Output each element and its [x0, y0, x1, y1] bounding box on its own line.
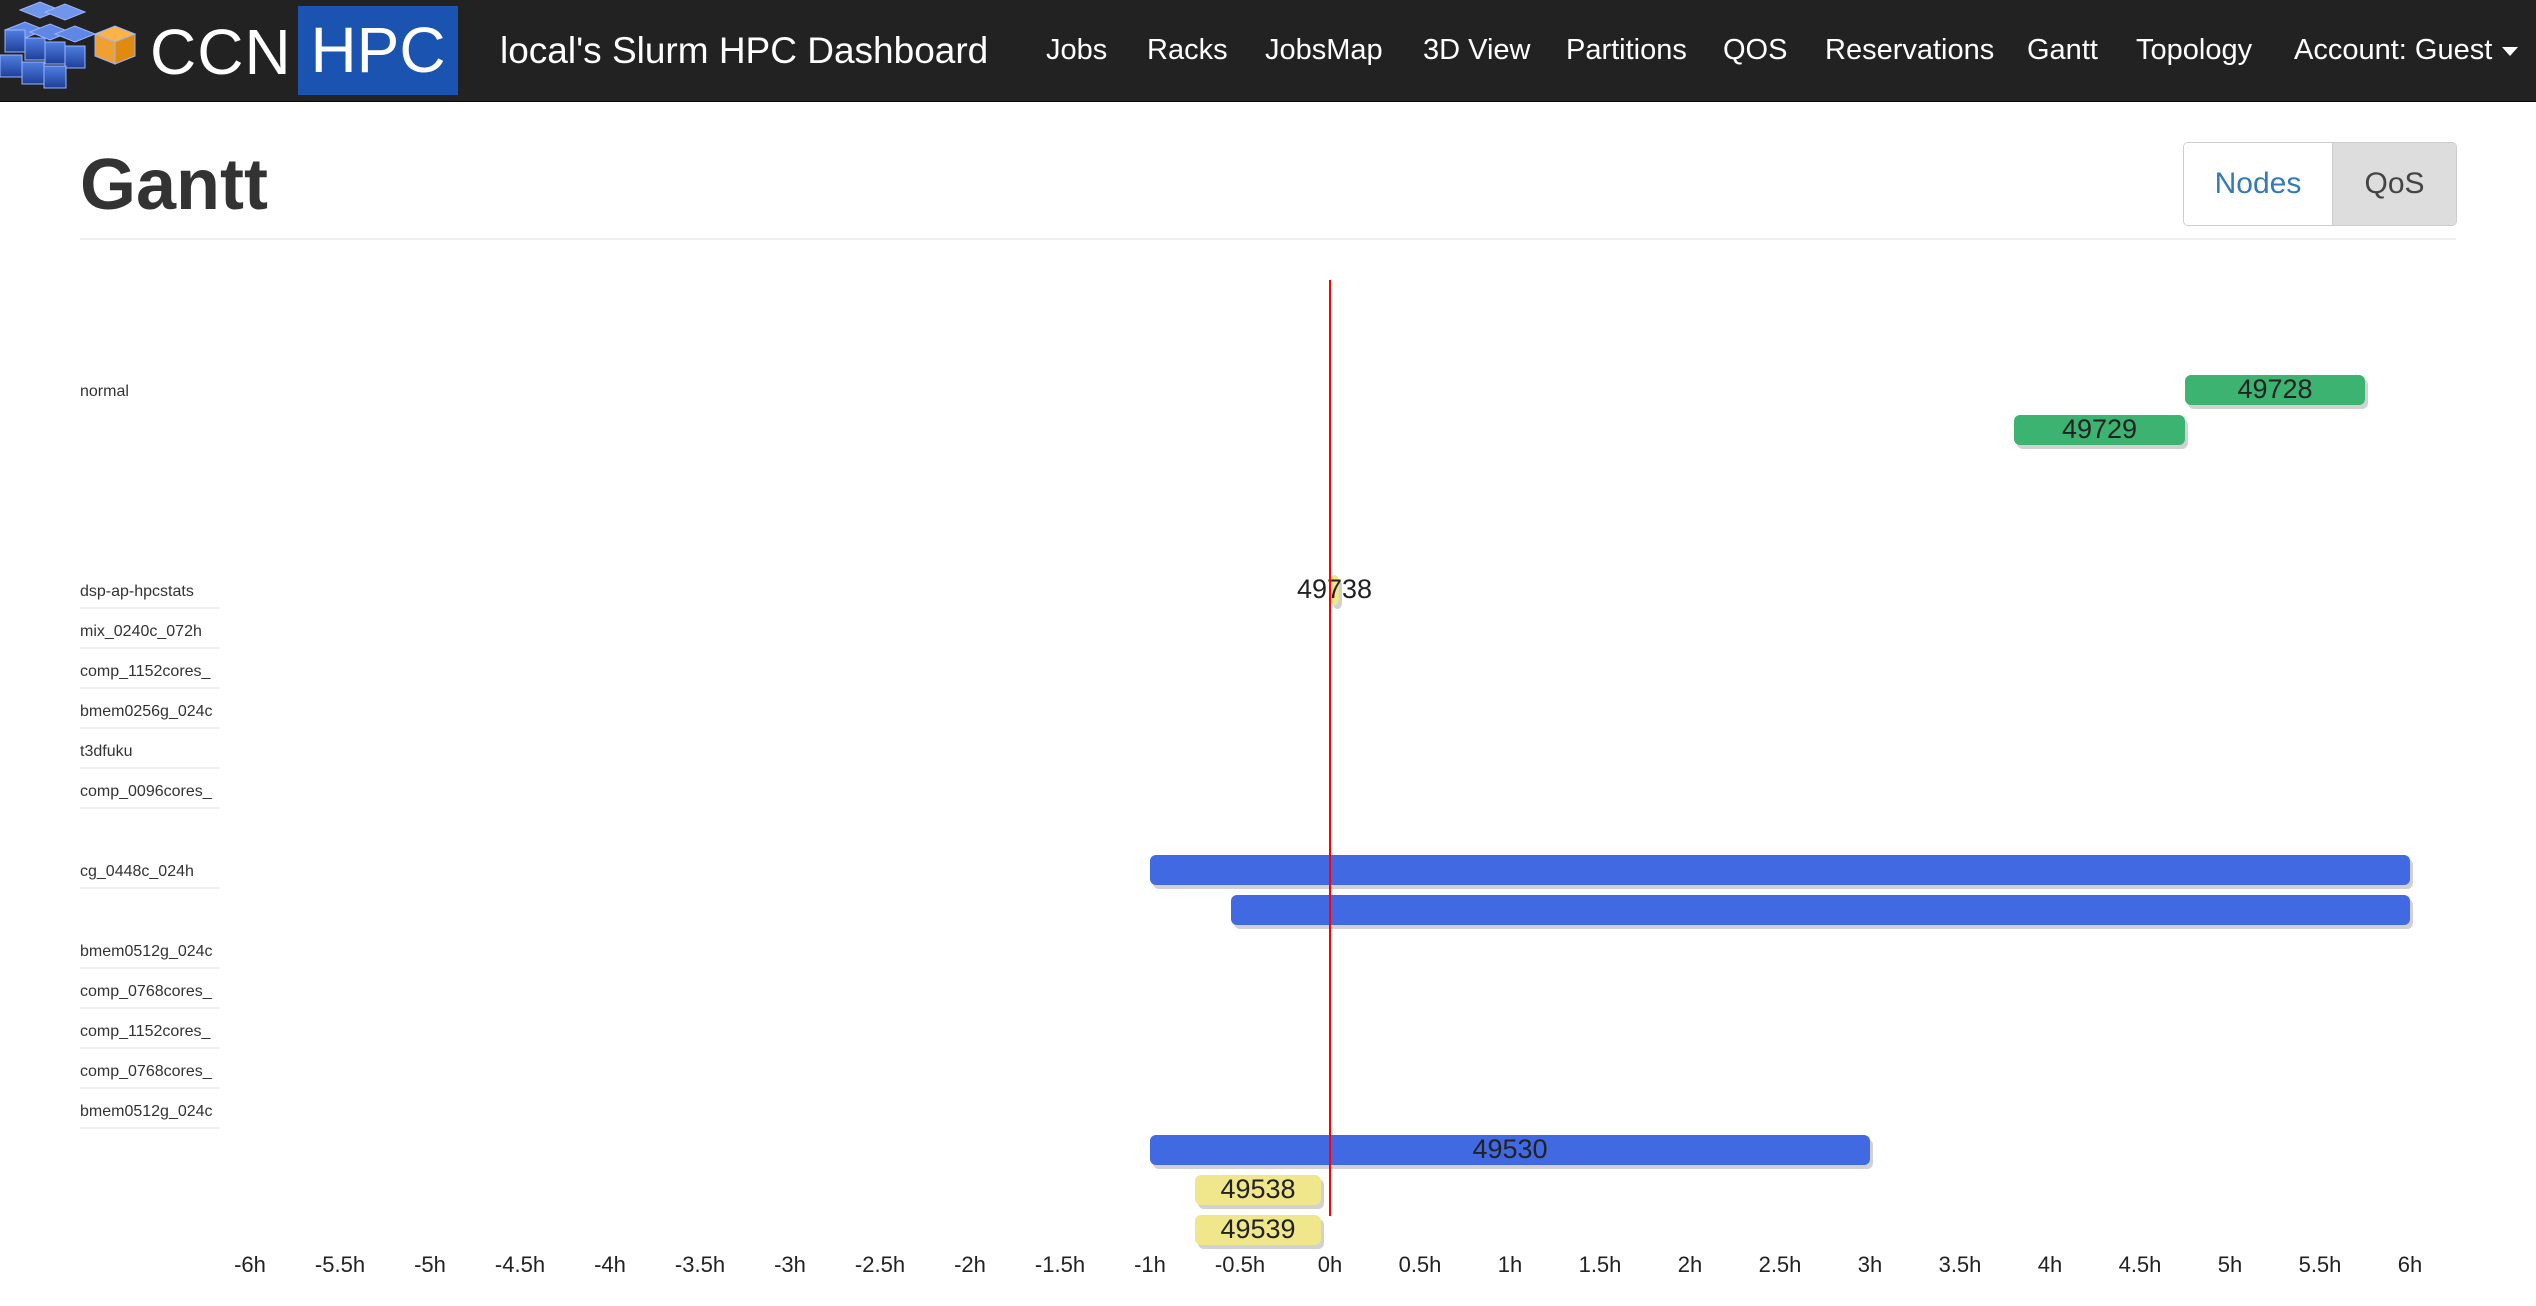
x-tick-label: 3h	[1858, 1252, 1882, 1277]
row-label-clip	[220, 578, 250, 602]
x-tick-label: -4.5h	[495, 1252, 545, 1277]
header-divider	[80, 238, 2456, 240]
row-label: comp_1152cores_	[80, 663, 212, 680]
job-bar-49728[interactable]	[2185, 375, 2365, 405]
nav-qos[interactable]: QOS	[1723, 0, 1787, 101]
nav-reservations[interactable]: Reservations	[1825, 0, 1994, 101]
x-tick-label: -5.5h	[315, 1252, 365, 1277]
x-tick-label: 1h	[1498, 1252, 1522, 1277]
gantt-chart: normal dsp-ap-hpcstats mix_0240c_072h comp_…	[80, 280, 2422, 1277]
x-tick-label: 5.5h	[2299, 1252, 2342, 1277]
row-label-clip	[220, 1098, 250, 1122]
x-tick-label: 6h	[2398, 1252, 2422, 1277]
row-label-clip	[220, 1058, 250, 1082]
row-label-clip	[220, 978, 250, 1002]
x-tick-label: -0.5h	[1215, 1252, 1265, 1277]
job-bar-shadow	[1333, 579, 1342, 609]
nav-racks[interactable]: Racks	[1147, 0, 1228, 101]
account-dropdown[interactable]: Account: Guest	[2294, 0, 2519, 101]
row-label: bmem0512g_024c	[80, 1103, 213, 1120]
row-label: mix_0240c_072h	[80, 623, 202, 640]
job-bar-shadow	[1234, 899, 2413, 929]
row-label: comp_0768cores_	[80, 1063, 213, 1080]
x-tick-label: -4h	[594, 1252, 626, 1277]
page-title: Gantt	[80, 145, 268, 225]
caret-down-icon	[2502, 46, 2519, 56]
nav-partitions[interactable]: Partitions	[1566, 0, 1687, 101]
x-tick-label: -2h	[954, 1252, 986, 1277]
view-toggle: Nodes QoS	[2183, 142, 2457, 226]
x-tick-label: 1.5h	[1579, 1252, 1622, 1277]
row-label-clip	[220, 858, 250, 882]
x-tick-label: -1.5h	[1035, 1252, 1085, 1277]
x-tick-label: 2.5h	[1759, 1252, 1802, 1277]
job-bar-shadow	[1153, 859, 2413, 889]
x-tick-label: -3h	[774, 1252, 806, 1277]
row-label-clip	[220, 698, 250, 722]
x-tick-label: 0.5h	[1399, 1252, 1442, 1277]
x-tick-label: 2h	[1678, 1252, 1702, 1277]
job-bar-shadow	[1198, 1219, 1324, 1249]
row-label: normal	[80, 383, 129, 400]
nav-3d-view[interactable]: 3D View	[1423, 0, 1530, 101]
x-tick-label: -5h	[414, 1252, 446, 1277]
row-label-clip	[220, 618, 250, 642]
job-bar-49538[interactable]	[1195, 1175, 1321, 1205]
site-title[interactable]: local's Slurm HPC Dashboard	[500, 0, 988, 101]
row-label-clip	[220, 1018, 250, 1042]
x-tick-label: 4h	[2038, 1252, 2062, 1277]
row-label: comp_0768cores_	[80, 983, 213, 1000]
row-label-clip	[220, 658, 250, 682]
job-label-49728: 49728	[2237, 374, 2312, 404]
row-label: cg_0448c_024h	[80, 863, 194, 880]
row-label: bmem0256g_024c	[80, 703, 213, 720]
job-bar-shadow	[1198, 1179, 1324, 1209]
row-label: bmem0512g_024c	[80, 943, 213, 960]
job-label-49539: 49539	[1220, 1214, 1295, 1244]
job-bar-shadow	[1153, 1139, 1873, 1169]
job-bar-cg-job-1[interactable]	[1150, 855, 2410, 885]
x-tick-label: -3.5h	[675, 1252, 725, 1277]
account-label: Account: Guest	[2294, 34, 2493, 66]
job-label-49538: 49538	[1220, 1174, 1295, 1204]
brand-hpc-badge[interactable]: HPC	[298, 6, 458, 95]
x-tick-label: -2.5h	[855, 1252, 905, 1277]
x-tick-label: 0h	[1318, 1252, 1342, 1277]
job-bar-shadow	[2017, 419, 2188, 449]
job-label-49738: 49738	[1297, 574, 1372, 604]
brand-ccn-text[interactable]: CCN	[150, 12, 292, 92]
row-label: dsp-ap-hpcstats	[80, 583, 194, 600]
nav-gantt[interactable]: Gantt	[2027, 0, 2098, 101]
job-bar-49539[interactable]	[1195, 1215, 1321, 1245]
job-label-49530: 49530	[1472, 1134, 1547, 1164]
nav-topology[interactable]: Topology	[2136, 0, 2252, 101]
row-label: comp_0096cores_	[80, 783, 213, 800]
toggle-qos-button[interactable]: QoS	[2333, 143, 2456, 225]
job-bar-49530[interactable]	[1150, 1135, 1870, 1165]
job-bar-49729[interactable]	[2014, 415, 2185, 445]
row-label: comp_1152cores_	[80, 1023, 212, 1040]
row-label-clip	[220, 938, 250, 962]
job-bar-cg-job-2[interactable]	[1231, 895, 2410, 925]
ccn-cubes-logo-icon[interactable]	[0, 0, 140, 101]
navbar: CCN HPC local's Slurm HPC Dashboard Jobs…	[0, 0, 2536, 102]
x-tick-label: 4.5h	[2119, 1252, 2162, 1277]
job-label-49729: 49729	[2062, 414, 2137, 444]
nav-jobs[interactable]: Jobs	[1046, 0, 1107, 101]
job-bar-49738[interactable]	[1330, 575, 1339, 605]
x-tick-label: 3.5h	[1939, 1252, 1982, 1277]
job-bar-shadow	[2188, 379, 2368, 409]
x-tick-label: 5h	[2218, 1252, 2242, 1277]
toggle-nodes-button[interactable]: Nodes	[2184, 143, 2333, 225]
row-label-clip	[220, 738, 250, 762]
x-tick-label: -6h	[234, 1252, 266, 1277]
row-label: t3dfuku	[80, 743, 132, 760]
x-tick-label: -1h	[1134, 1252, 1166, 1277]
nav-jobsmap[interactable]: JobsMap	[1265, 0, 1383, 101]
row-label-clip	[220, 778, 250, 802]
